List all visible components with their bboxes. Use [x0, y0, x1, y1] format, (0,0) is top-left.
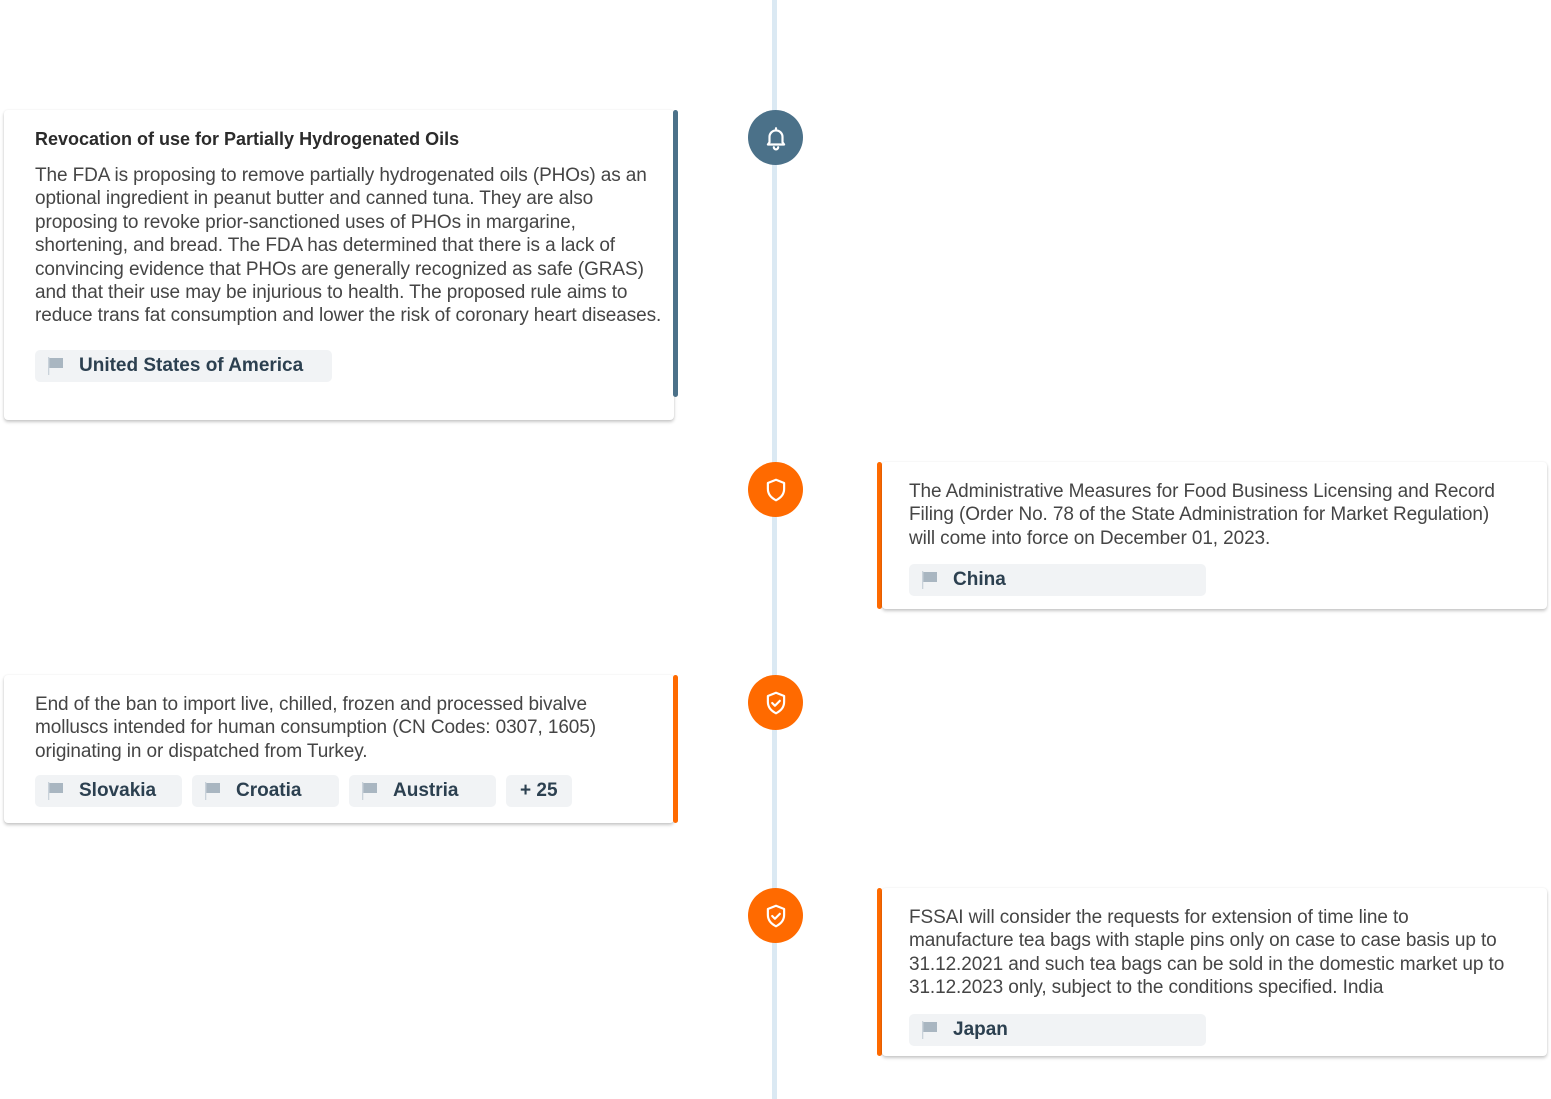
country-tags: Slovakia Croatia Austria + 25 — [35, 775, 660, 808]
flag-icon — [47, 781, 65, 801]
country-tag[interactable]: Croatia — [192, 775, 339, 808]
flag-icon — [361, 781, 379, 801]
event-card-accent — [673, 675, 678, 823]
event-card[interactable]: FSSAI will consider the requests for ext… — [882, 888, 1547, 1056]
bell-icon — [763, 125, 789, 151]
more-countries-button[interactable]: + 25 — [506, 775, 572, 808]
flag-icon — [921, 570, 939, 590]
event-card[interactable]: Revocation of use for Partially Hydrogen… — [4, 110, 674, 420]
country-tag-label: Slovakia — [79, 780, 157, 802]
country-tag-label: United States of America — [79, 354, 304, 376]
event-description: The FDA is proposing to remove partially… — [35, 165, 662, 327]
event-card-accent — [673, 110, 678, 397]
country-tag[interactable]: Slovakia — [35, 775, 182, 808]
country-tags: Japan — [909, 1013, 1527, 1046]
country-tag-label: Croatia — [236, 780, 302, 802]
more-countries-label: + 25 — [520, 780, 558, 802]
flag-icon — [47, 356, 65, 376]
country-tags: China — [909, 564, 1527, 597]
shield-icon — [763, 477, 789, 503]
country-tag-label: Japan — [953, 1018, 1008, 1040]
country-tag[interactable]: Japan — [909, 1013, 1206, 1046]
country-tag[interactable]: Austria — [349, 775, 496, 808]
event-description: FSSAI will consider the requests for ext… — [909, 907, 1505, 999]
shield-check-icon — [763, 690, 789, 716]
event-4-marker — [748, 888, 803, 943]
flag-icon — [204, 781, 222, 801]
event-card[interactable]: End of the ban to import live, chilled, … — [4, 675, 674, 823]
event-1-marker — [748, 110, 803, 165]
country-tag[interactable]: China — [909, 564, 1206, 597]
event-description: The Administrative Measures for Food Bus… — [909, 481, 1495, 549]
shield-check-icon — [763, 903, 789, 929]
country-tag[interactable]: United States of America — [35, 349, 332, 382]
country-tags: United States of America — [35, 349, 660, 382]
country-tag-label: China — [953, 569, 1006, 591]
country-tag-label: Austria — [393, 780, 459, 802]
event-card[interactable]: The Administrative Measures for Food Bus… — [882, 462, 1547, 609]
flag-icon — [921, 1020, 939, 1040]
event-description: End of the ban to import live, chilled, … — [35, 694, 596, 762]
event-3-marker — [748, 675, 803, 730]
event-title: Revocation of use for Partially Hydrogen… — [35, 129, 460, 149]
event-2-marker — [748, 462, 803, 517]
